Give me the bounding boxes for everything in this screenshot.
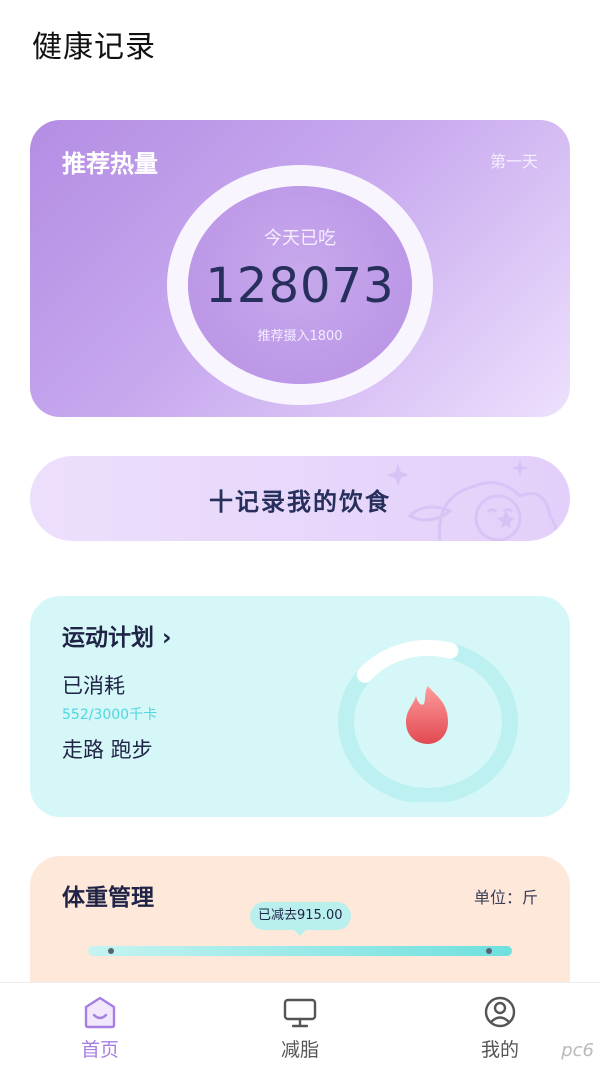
weight-start-marker [108,948,114,954]
exercise-progress-arc [356,639,459,683]
eaten-value: 128073 [205,258,395,314]
flame-icon [406,686,448,744]
exercise-plan-title[interactable]: 运动计划 › [62,618,172,652]
page-title: 健康记录 [32,30,156,65]
day-indicator: 第一天 [489,152,538,171]
recommended-intake: 推荐摄入1800 [257,329,343,344]
exercise-progress-ring [338,639,518,802]
watermark: pc6 [561,1040,594,1061]
weight-current-marker [486,948,492,954]
bottom-navigation: 首页 减脂 我的 pc6 [0,982,600,1067]
burned-label: 已消耗 [62,674,125,698]
calorie-card: 推荐热量 第一天 今天已吃 128073 推荐摄入1800 [30,120,570,417]
nav-label-home: 首页 [80,1039,119,1061]
profile-icon [484,996,516,1028]
record-meal-label: 十记录我的饮食 [209,488,391,516]
eaten-label: 今天已吃 [264,228,336,249]
weight-progress-track [88,946,512,956]
nav-label-fat-loss: 减脂 [280,1039,319,1061]
home-icon [84,996,116,1029]
calorie-card-title: 推荐热量 [62,150,158,178]
weight-reduced-bubble: 已减去915.00 [250,902,351,936]
weight-unit: 单位：斤 [473,888,538,907]
nav-item-home[interactable]: 首页 [40,983,160,1067]
exercise-plan-card[interactable]: 运动计划 › 已消耗 552/3000千卡 走路 跑步 [30,596,570,817]
activity-types: 走路 跑步 [62,738,153,762]
weight-management-title: 体重管理 [62,885,154,911]
nav-item-fat-loss[interactable]: 减脂 [240,983,360,1067]
nav-label-profile: 我的 [480,1039,519,1061]
monitor-icon [283,998,317,1028]
burned-progress-text: 552/3000千卡 [62,707,158,723]
nav-item-profile[interactable]: 我的 [440,983,560,1067]
record-meal-button[interactable]: 十记录我的饮食 [30,456,570,541]
